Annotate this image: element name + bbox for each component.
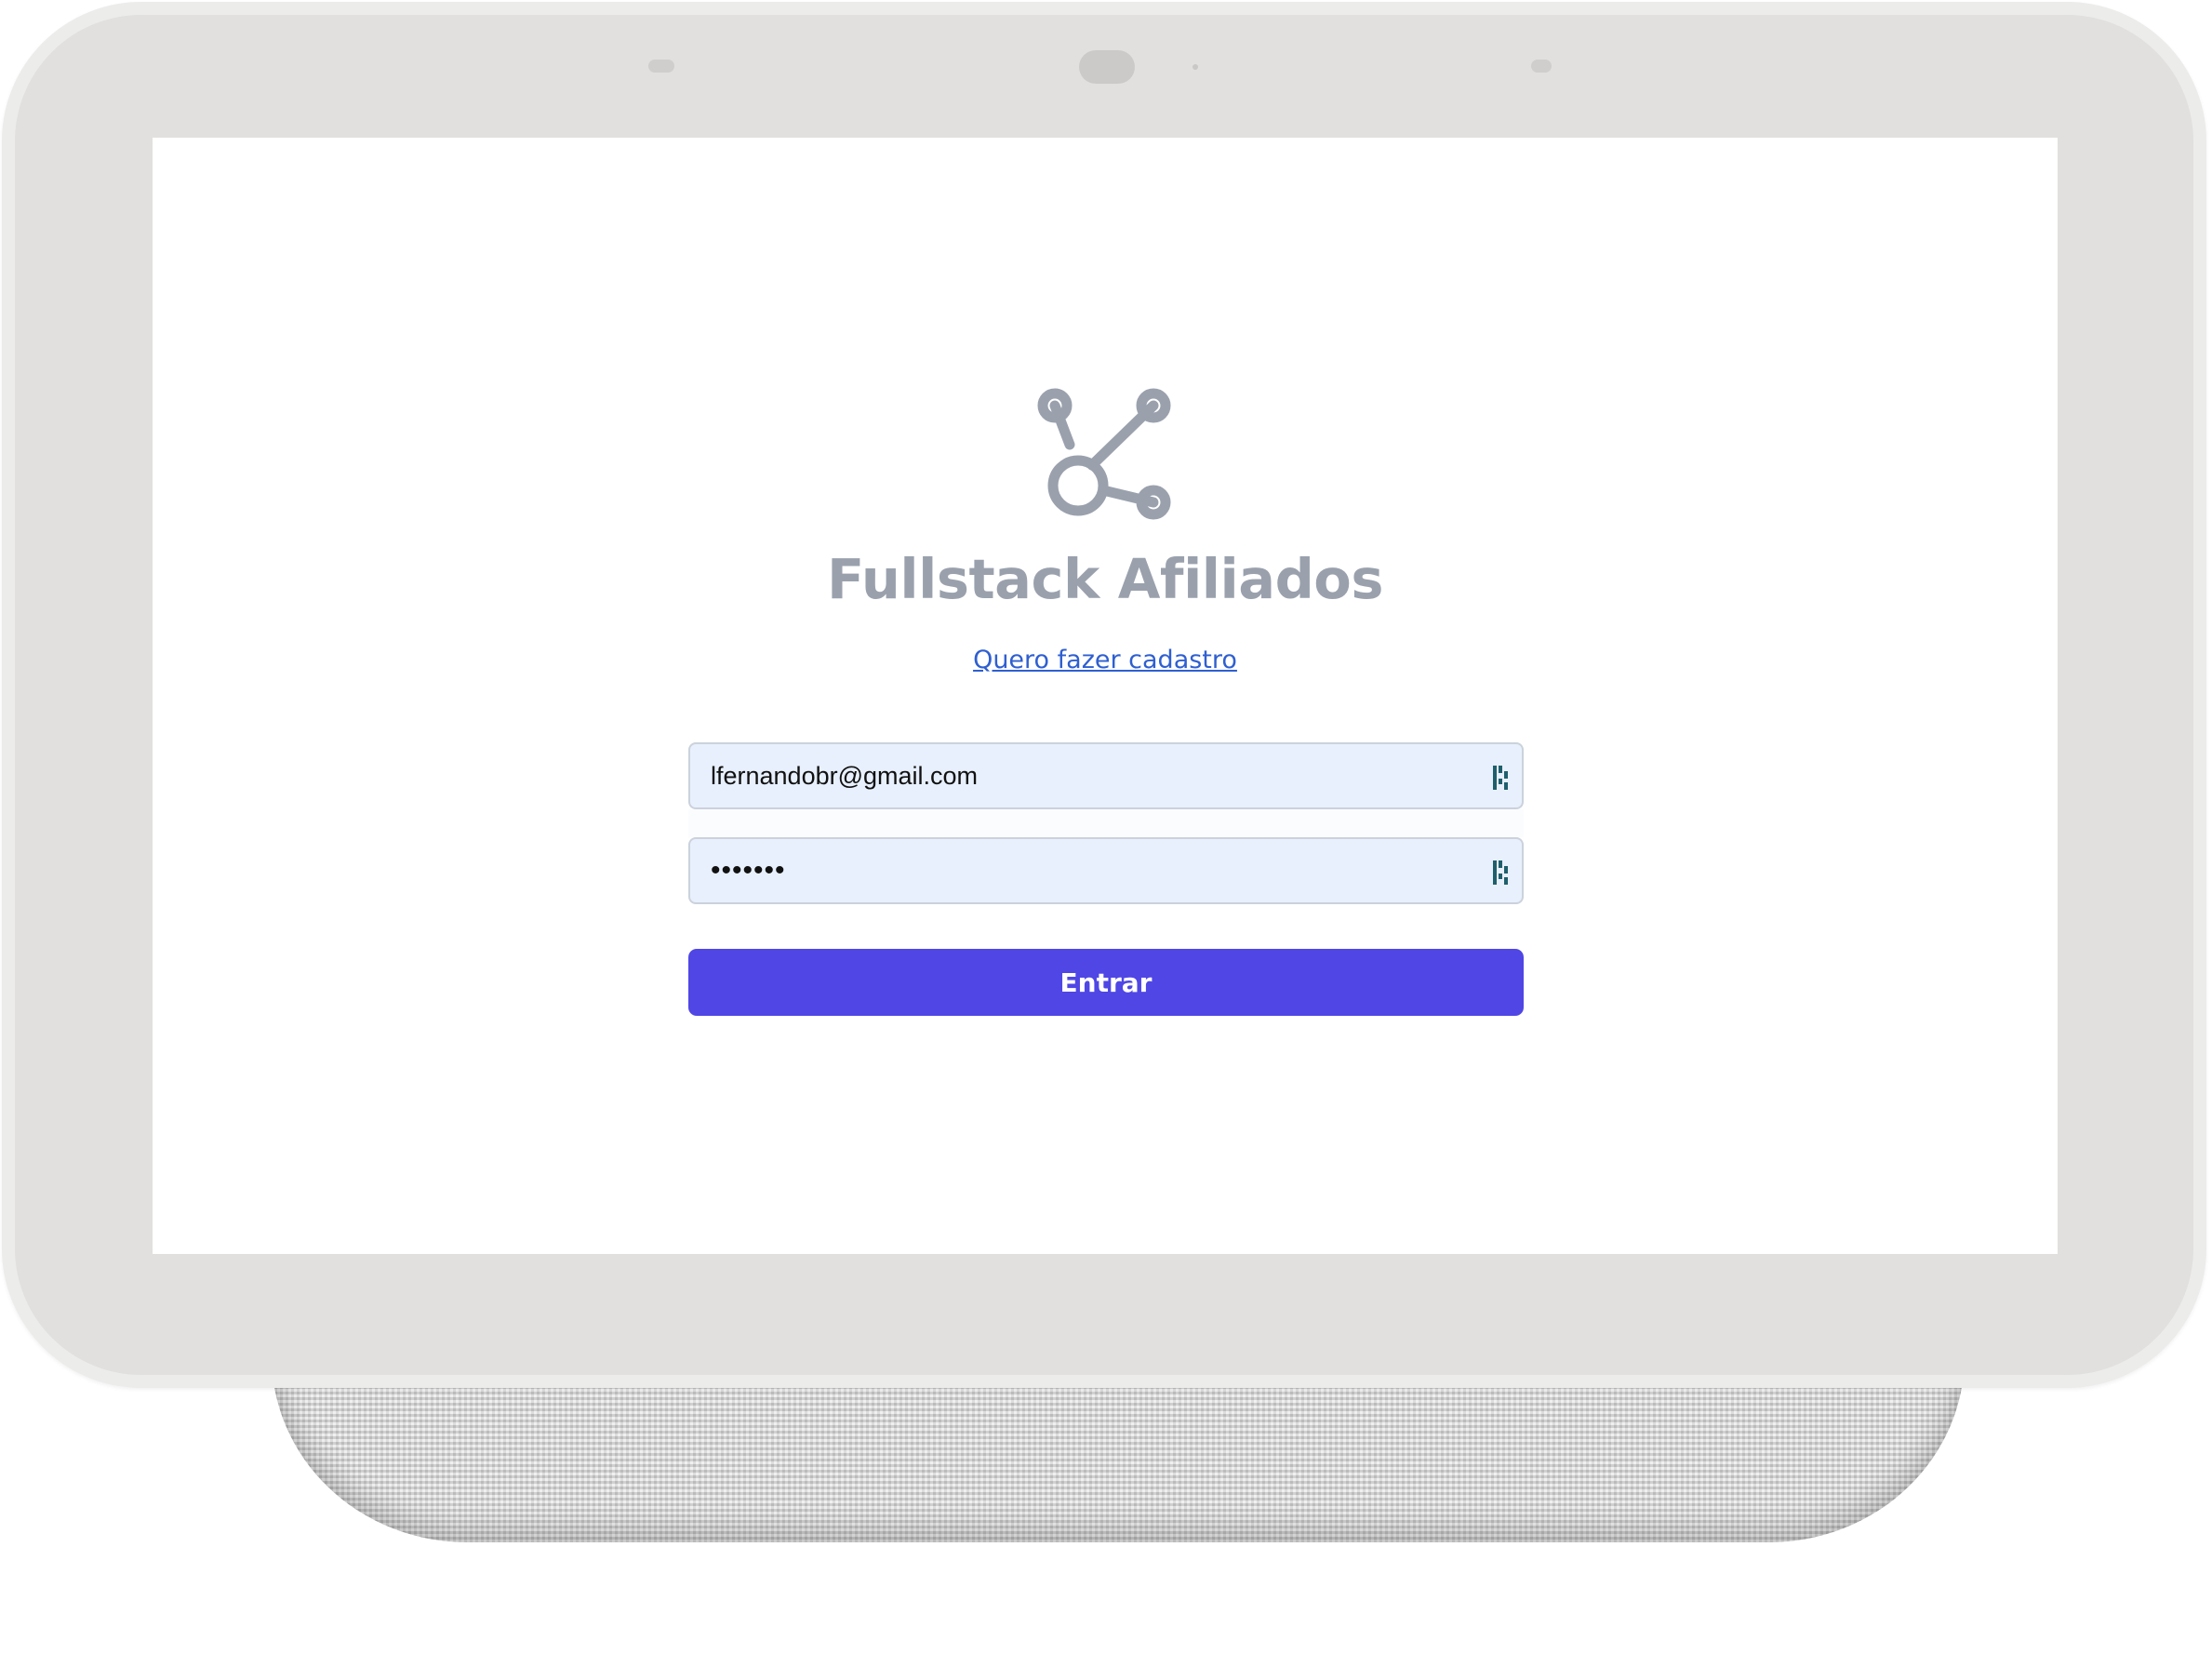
- signup-link-container: Quero fazer cadastro: [153, 646, 2058, 674]
- password-field[interactable]: [688, 837, 1524, 904]
- password-manager-icon[interactable]: [1490, 858, 1514, 887]
- indicator-light: [1193, 64, 1198, 70]
- password-input[interactable]: [690, 839, 1522, 902]
- ambient-sensor-right: [1531, 60, 1552, 73]
- camera-icon: [1079, 50, 1135, 84]
- submit-button[interactable]: Entrar: [688, 949, 1524, 1016]
- email-input[interactable]: [690, 744, 1522, 807]
- device-screen: Fullstack Afiliados Quero fazer cadastro: [153, 138, 2058, 1254]
- email-field[interactable]: [688, 742, 1524, 809]
- ambient-sensor-left: [648, 60, 674, 73]
- share-nodes-icon: [1037, 388, 1171, 520]
- device-mockup: Fullstack Afiliados Quero fazer cadastro: [0, 0, 2212, 1667]
- login-page: Fullstack Afiliados Quero fazer cadastro: [153, 138, 2058, 1254]
- field-separator: [688, 809, 1524, 837]
- brand-title: Fullstack Afiliados: [827, 547, 1383, 611]
- password-manager-icon[interactable]: [1490, 763, 1514, 793]
- signup-link[interactable]: Quero fazer cadastro: [973, 646, 1237, 674]
